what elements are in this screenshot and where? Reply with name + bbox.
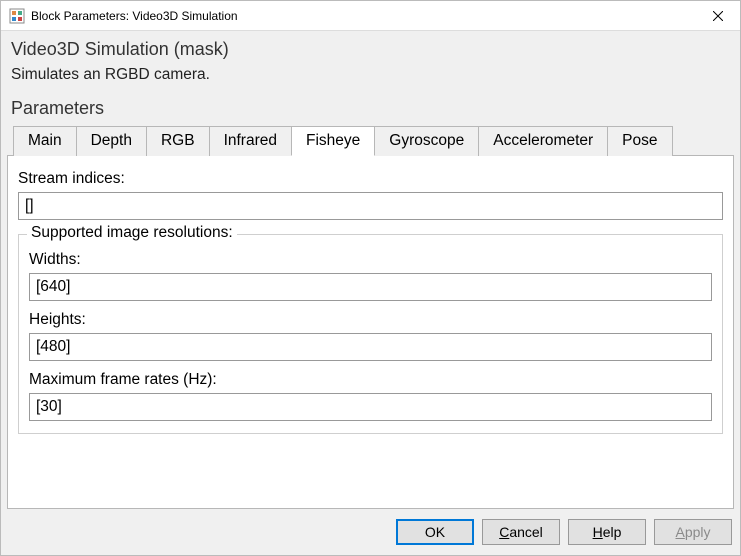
stream-indices-label: Stream indices: (18, 170, 723, 188)
max-frame-rates-input[interactable] (29, 393, 712, 421)
heights-label: Heights: (29, 311, 712, 329)
resolutions-group-label: Supported image resolutions: (27, 224, 237, 242)
apply-button[interactable]: Apply (654, 519, 732, 545)
tab-fisheye[interactable]: Fisheye (291, 126, 375, 156)
app-icon (9, 8, 25, 24)
widths-label: Widths: (29, 251, 712, 269)
tab-rgb[interactable]: RGB (146, 126, 210, 156)
help-button[interactable]: Help (568, 519, 646, 545)
widths-input[interactable] (29, 273, 712, 301)
parameters-section: Parameters MainDepthRGBInfraredFisheyeGy… (7, 96, 734, 509)
mask-header: Video3D Simulation (mask) Simulates an R… (7, 35, 734, 92)
button-bar: OK Cancel Help Apply (7, 509, 734, 549)
tab-accelerometer[interactable]: Accelerometer (478, 126, 608, 156)
tab-gyroscope[interactable]: Gyroscope (374, 126, 479, 156)
mask-description: Simulates an RGBD camera. (11, 66, 730, 84)
window-title: Block Parameters: Video3D Simulation (31, 9, 695, 23)
cancel-button[interactable]: Cancel (482, 519, 560, 545)
tab-depth[interactable]: Depth (76, 126, 147, 156)
max-frame-rates-label: Maximum frame rates (Hz): (29, 371, 712, 389)
tab-infrared[interactable]: Infrared (209, 126, 292, 156)
close-button[interactable] (695, 1, 740, 31)
mask-title: Video3D Simulation (mask) (11, 39, 730, 60)
titlebar: Block Parameters: Video3D Simulation (1, 1, 740, 31)
tabstrip: MainDepthRGBInfraredFisheyeGyroscopeAcce… (7, 125, 734, 155)
close-icon (713, 11, 723, 21)
tab-main[interactable]: Main (13, 126, 77, 156)
tab-panel-fisheye: Stream indices: Supported image resoluti… (7, 155, 734, 509)
tab-pose[interactable]: Pose (607, 126, 672, 156)
dialog-content: Video3D Simulation (mask) Simulates an R… (1, 31, 740, 555)
parameters-label: Parameters (7, 96, 734, 125)
ok-button[interactable]: OK (396, 519, 474, 545)
heights-input[interactable] (29, 333, 712, 361)
stream-indices-input[interactable] (18, 192, 723, 220)
resolutions-group: Supported image resolutions: Widths: Hei… (18, 234, 723, 434)
